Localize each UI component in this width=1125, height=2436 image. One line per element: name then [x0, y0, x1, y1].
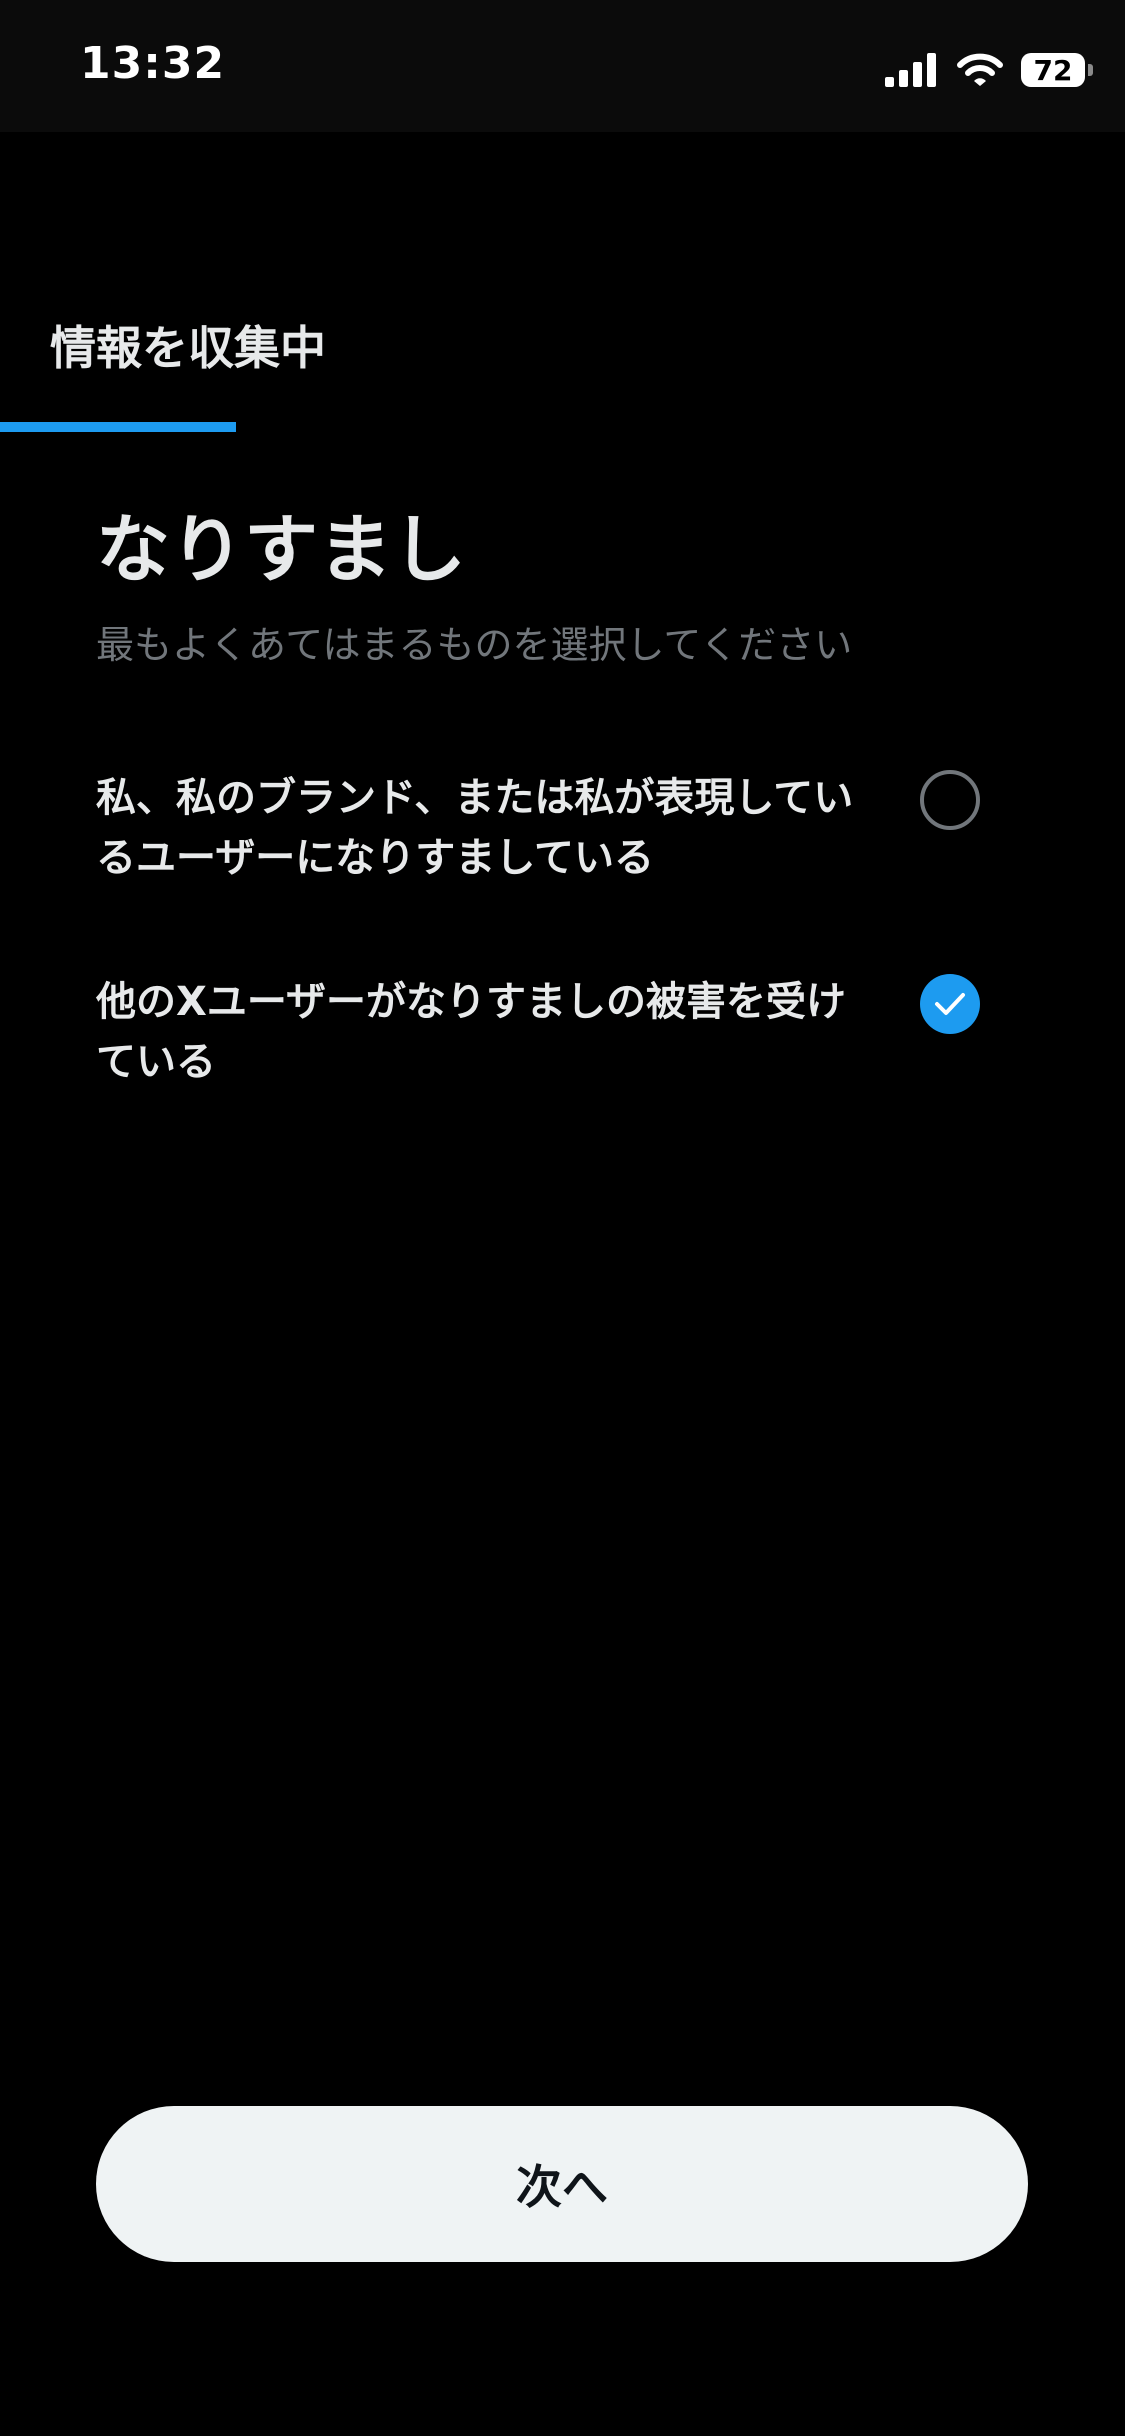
- battery-icon: 72: [1021, 53, 1093, 87]
- checkmark-icon: [935, 993, 965, 1015]
- progress-bar: [0, 422, 1125, 432]
- page-title: なりすまし: [96, 507, 466, 593]
- progress-fill: [0, 422, 237, 432]
- status-icons: 72: [885, 48, 1093, 92]
- next-button[interactable]: 次へ: [96, 2106, 1028, 2262]
- option-label: 私、私のブランド、または私が表現しているユーザーになりすましている: [96, 775, 854, 881]
- step-label: 情報を収集中: [50, 321, 326, 375]
- status-bar: 13:32 72: [0, 0, 1125, 132]
- option-label: 他のXユーザーがなりすましの被害を受けている: [96, 979, 847, 1085]
- cellular-signal-icon: [885, 53, 936, 87]
- status-time: 13:32: [80, 38, 226, 89]
- page-subtitle: 最もよくあてはまるものを選択してください: [96, 623, 853, 667]
- option-impersonating-me[interactable]: 私、私のブランド、または私が表現しているユーザーになりすましている: [96, 768, 1016, 888]
- radio-button-selected[interactable]: [920, 974, 980, 1034]
- battery-cap: [1088, 64, 1093, 76]
- battery-level: 72: [1033, 53, 1073, 87]
- option-impersonating-other-user[interactable]: 他のXユーザーがなりすましの被害を受けている: [96, 972, 1016, 1092]
- radio-button-unselected[interactable]: [920, 770, 980, 830]
- wifi-icon: [957, 53, 1003, 86]
